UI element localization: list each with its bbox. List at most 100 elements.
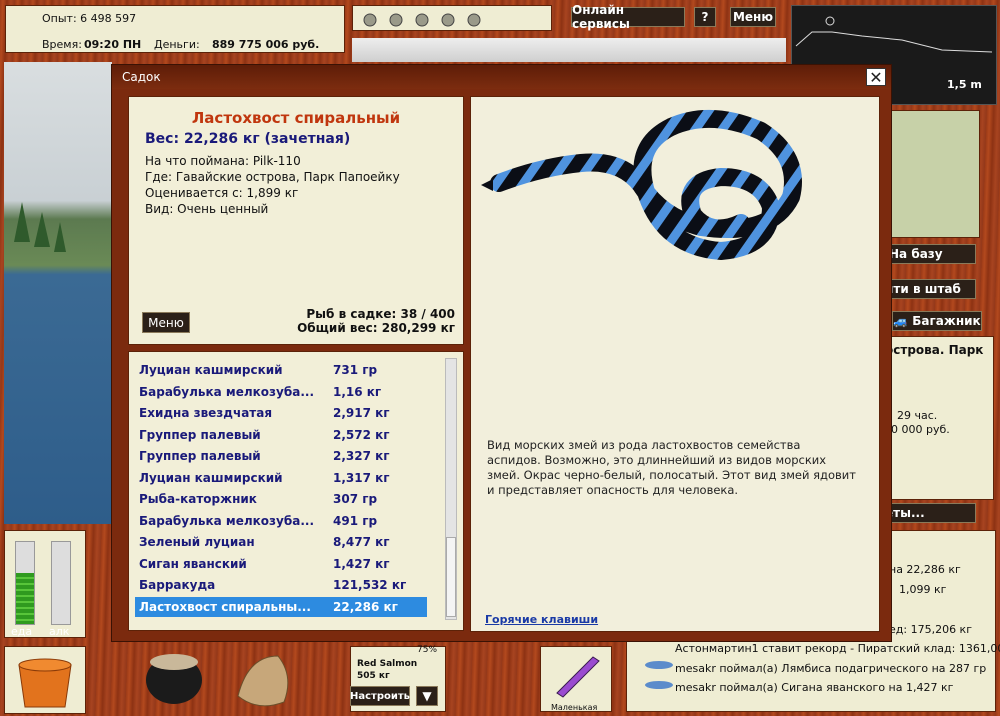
close-button[interactable]: ✕ <box>866 67 886 87</box>
list-item[interactable]: Луциан кашмирский 731 гр <box>135 360 427 380</box>
location-name: острова. Парк <box>885 343 984 357</box>
fish-name: Луциан кашмирский <box>139 470 283 485</box>
record-2: 1,099 кг <box>899 583 947 596</box>
trees-decoration <box>14 202 66 252</box>
to-hq-button[interactable]: йти в штаб <box>878 279 976 299</box>
close-icon: ✕ <box>869 67 883 87</box>
list-item[interactable]: Ехидна звездчатая 2,917 кг <box>135 403 427 423</box>
dialog-title: Садок <box>122 70 161 84</box>
fish-title: Ластохвост спиральный <box>191 109 401 127</box>
help-button[interactable]: ? <box>694 7 716 27</box>
dialog-title-bar: Садок ✕ <box>112 65 891 89</box>
dropdown-button[interactable]: ▼ <box>416 686 438 706</box>
fish-weight-value: 22,286 кг <box>333 599 398 614</box>
depth-value: 1,5 m <box>947 78 982 91</box>
trunk-button[interactable]: 🚙 Багажник <box>892 311 982 331</box>
experience-label: Опыт: 6 498 597 <box>42 12 137 25</box>
fish-weight: Вес: 22,286 кг (зачетная) <box>145 131 351 147</box>
list-item[interactable]: Луциан кашмирский 1,317 кг <box>135 468 427 488</box>
fish-weight-value: 307 гр <box>333 492 378 506</box>
fish-info-panel: Ластохвост спиральный Вес: 22,286 кг (за… <box>128 96 464 345</box>
fish-name: Ехидна звездчатая <box>139 406 273 420</box>
lure-icon <box>556 656 600 698</box>
fish-weight-value: 8,477 кг <box>333 535 390 549</box>
list-item[interactable]: Зеленый луциан 8,477 кг <box>135 532 427 552</box>
hours-value: 29 час. <box>897 409 938 422</box>
record-4: Астонмартин1 ставит рекорд - Пиратский к… <box>675 642 1000 655</box>
bait-name: Red Salmon <box>357 659 418 669</box>
time-value: 09:20 ПН <box>84 38 142 51</box>
online-services-button[interactable]: Онлайн сервисы <box>571 3 685 31</box>
list-item[interactable]: Барабулька мелкозуба... 491 гр <box>135 511 427 531</box>
bucket-icon <box>18 658 72 708</box>
total-weight: Общий вес: 280,299 кг <box>297 321 455 335</box>
keepnet-count: Рыб в садке: 38 / 400 <box>306 307 455 321</box>
to-base-button[interactable]: На базу <box>878 244 976 264</box>
time-label: Время: <box>42 38 82 51</box>
fish-weight-value: 2,327 кг <box>333 449 390 463</box>
lure-icons <box>363 13 481 27</box>
lure-slot[interactable]: Маленькая <box>540 646 612 712</box>
fish-name: Барракуда <box>139 578 216 592</box>
fish-weight-value: 121,532 кг <box>333 578 407 592</box>
bait-pct: 75% <box>417 645 438 655</box>
trunk-label: Багажник <box>912 314 981 328</box>
lure-size-label: Маленькая <box>551 703 598 712</box>
list-item[interactable]: Группер палевый 2,572 кг <box>135 425 427 445</box>
caught-where: Где: Гавайские острова, Парк Папоейку <box>145 170 400 184</box>
scrollbar-thumb[interactable] <box>446 537 456 617</box>
lure-strip <box>352 5 552 31</box>
fish-weight-value: 731 гр <box>333 363 378 377</box>
record-3: ед: 175,206 кг <box>889 623 972 636</box>
fish-kind: Вид: Очень ценный <box>145 202 269 216</box>
list-item[interactable]: Группер палевый 2,327 кг <box>135 446 427 466</box>
configure-button[interactable]: Настроить <box>350 686 410 706</box>
gauges-panel: еда алк <box>4 530 86 638</box>
bait-weight: 505 кг <box>357 671 390 681</box>
info-menu-button[interactable]: Меню <box>142 312 190 333</box>
fish-name: Зеленый луциан <box>139 535 255 549</box>
pot-icon[interactable] <box>140 646 210 712</box>
hud-panel: Опыт: 6 498 597 Время: 09:20 ПН Деньги: … <box>5 5 345 53</box>
hotkeys-link[interactable]: Горячие клавиши <box>485 613 598 626</box>
caught-on: На что поймана: Pilk-110 <box>145 154 301 168</box>
keepnet-dialog: Садок ✕ Ластохвост спиральный Вес: 22,28… <box>111 64 892 642</box>
chevron-down-icon: ▼ <box>422 689 432 703</box>
list-item[interactable]: Рыба-каторжник 307 гр <box>135 489 427 509</box>
list-item[interactable]: Ластохвост спиральны... 22,286 кг <box>135 596 427 617</box>
list-item[interactable]: Сиган яванский 1,427 кг <box>135 554 427 574</box>
fish-weight-value: 2,917 кг <box>333 406 390 420</box>
fish-name: Ластохвост спиральны... <box>139 599 311 614</box>
fish-list-panel: Луциан кашмирский 731 гр Барабулька мелкоз… <box>128 351 464 631</box>
fish-name: Группер палевый <box>139 427 261 442</box>
scenery-top-strip <box>352 38 786 62</box>
list-item[interactable]: Барабулька мелкозуба... 1,16 кг <box>135 382 427 402</box>
scenery-view <box>4 62 112 524</box>
record-6: mesakr поймал(а) Сигана яванского на 1,4… <box>675 681 954 694</box>
fish-image-panel: Вид морских змей из рода ластохвостов се… <box>470 96 880 632</box>
price-value: 0 000 руб. <box>891 423 950 436</box>
list-item[interactable]: Барракуда 121,532 кг <box>135 575 427 595</box>
sack-icon[interactable] <box>228 646 298 712</box>
fish-name: Группер палевый <box>139 449 261 463</box>
alc-label: алк <box>49 625 70 638</box>
food-label: еда <box>11 625 33 638</box>
fish-weight-value: 491 гр <box>333 513 378 528</box>
more-button[interactable]: еты... <box>878 503 976 523</box>
fish-name: Барабулька мелкозуба... <box>139 513 315 528</box>
scrollbar[interactable] <box>445 358 457 620</box>
fish-name: Рыба-каторжник <box>139 492 257 506</box>
map-panel <box>886 110 980 238</box>
record-5: mesakr поймал(а) Лямбиса подагрического … <box>675 662 987 675</box>
menu-button[interactable]: Меню <box>730 7 776 27</box>
location-panel: острова. Парк 29 час. 0 000 руб. <box>878 336 994 500</box>
valued-from: Оценивается с: 1,899 кг <box>145 186 299 200</box>
fish-weight-value: 1,16 кг <box>333 384 382 399</box>
fish-name: Луциан кашмирский <box>139 363 283 377</box>
bucket-slot[interactable] <box>4 646 86 714</box>
car-icon: 🚙 <box>893 314 909 328</box>
record-1: на 22,286 кг <box>889 563 961 576</box>
money-value: 889 775 006 руб. <box>212 38 320 51</box>
fish-name: Сиган яванский <box>139 556 247 571</box>
fish-icons <box>645 661 673 689</box>
